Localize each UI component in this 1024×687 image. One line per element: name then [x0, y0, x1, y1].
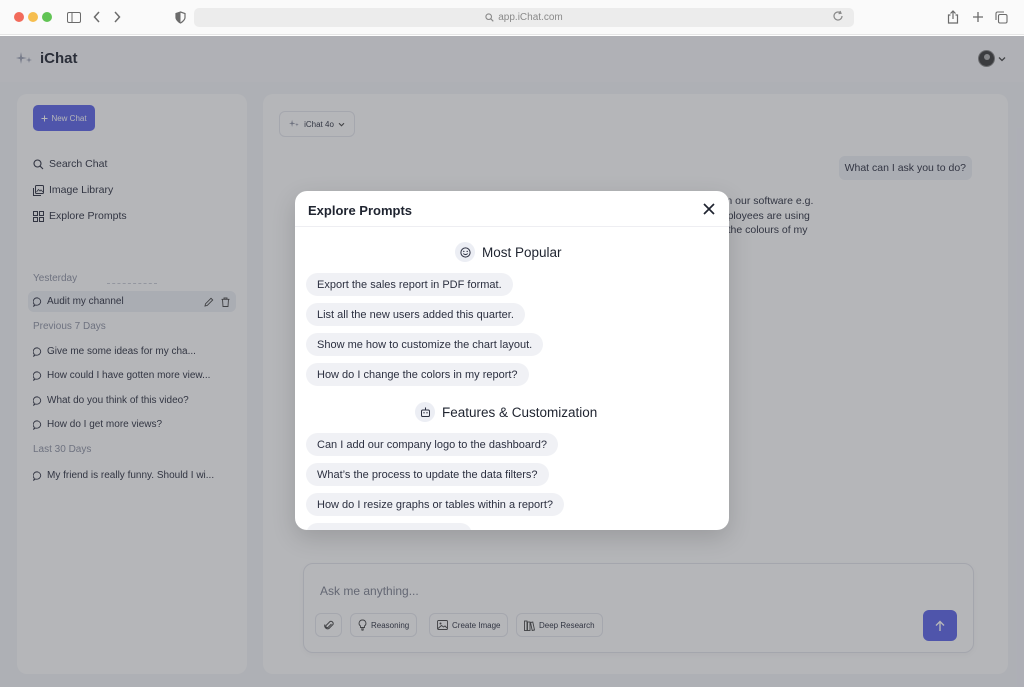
share-icon[interactable] — [944, 8, 962, 26]
close-icon[interactable] — [702, 202, 716, 216]
back-icon[interactable] — [88, 8, 106, 26]
category-heading: Most Popular — [455, 242, 562, 262]
close-window-button[interactable] — [14, 12, 24, 22]
sidebar-toggle-icon[interactable] — [65, 8, 83, 26]
prompt-chip[interactable]: List all the new users added this quarte… — [306, 303, 525, 326]
url-text: app.iChat.com — [498, 12, 563, 23]
modal-header: Explore Prompts — [295, 191, 729, 227]
new-tab-icon[interactable] — [969, 8, 987, 26]
category-heading: Features & Customization — [415, 402, 597, 422]
prompt-chip[interactable]: What’s the process to update the data fi… — [306, 463, 549, 486]
prompt-chip[interactable]: How do I resize graphs or tables within … — [306, 493, 565, 516]
category-title: Features & Customization — [442, 404, 598, 420]
prompt-chip[interactable]: Show me how to customize the chart layou… — [306, 333, 544, 356]
search-icon — [485, 13, 494, 22]
reload-icon[interactable] — [832, 10, 844, 22]
minimize-window-button[interactable] — [28, 12, 38, 22]
prompt-chip[interactable]: How do I change the colors in my report? — [306, 363, 529, 386]
forward-icon[interactable] — [108, 8, 126, 26]
tabs-overview-icon[interactable] — [992, 8, 1010, 26]
modal-title: Explore Prompts — [308, 203, 413, 218]
privacy-shield-icon[interactable] — [171, 8, 189, 26]
prompt-chip[interactable]: Export the sales report in PDF format. — [306, 273, 513, 296]
browser-toolbar: app.iChat.com — [0, 0, 1024, 35]
address-bar[interactable]: app.iChat.com — [194, 8, 854, 27]
smiley-icon — [455, 242, 475, 262]
prompt-chip[interactable]: Can I add our company logo to the dashbo… — [306, 433, 558, 456]
prompt-chip-partial[interactable] — [306, 523, 472, 530]
category-title: Most Popular — [482, 244, 562, 260]
maximize-window-button[interactable] — [42, 12, 52, 22]
explore-prompts-modal: Explore Prompts Most Popular Export the … — [295, 191, 729, 530]
robot-icon — [415, 402, 435, 422]
